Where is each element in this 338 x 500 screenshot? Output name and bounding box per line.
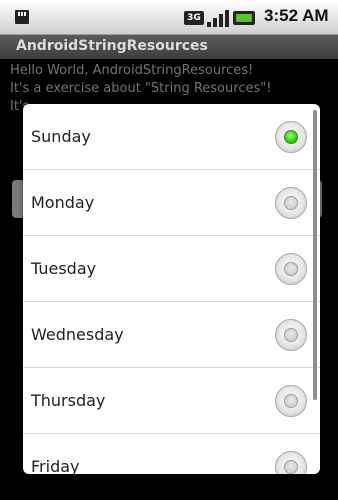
list-item-monday[interactable]: Monday <box>23 170 320 236</box>
clock: 3:52 AM <box>264 6 329 25</box>
dialog-scrollbar[interactable] <box>313 110 317 400</box>
radio-button[interactable] <box>275 253 307 285</box>
item-label: Wednesday <box>31 325 124 344</box>
item-label: Thursday <box>31 391 106 410</box>
app-title-bar: AndroidStringResources <box>0 35 338 59</box>
day-selection-dialog: Sunday Monday Tuesday Wednesday Thursday… <box>23 104 320 474</box>
item-label: Tuesday <box>31 259 97 278</box>
radio-button[interactable] <box>275 451 307 474</box>
radio-button[interactable] <box>275 385 307 417</box>
radio-button[interactable] <box>275 187 307 219</box>
item-label: Sunday <box>31 127 91 146</box>
network-3g-icon: 3G <box>184 11 204 25</box>
app-title: AndroidStringResources <box>16 38 208 54</box>
item-label: Monday <box>31 193 95 212</box>
list-item-friday[interactable]: Friday <box>23 434 320 474</box>
list-item-wednesday[interactable]: Wednesday <box>23 302 320 368</box>
list-item-tuesday[interactable]: Tuesday <box>23 236 320 302</box>
list-item-thursday[interactable]: Thursday <box>23 368 320 434</box>
list-item-sunday[interactable]: Sunday <box>23 104 320 170</box>
signal-strength-icon <box>207 10 229 27</box>
radio-button[interactable] <box>275 319 307 351</box>
item-label: Friday <box>31 457 80 474</box>
radio-button-checked[interactable] <box>275 121 307 153</box>
status-bar: 3G 3:52 AM <box>0 0 338 35</box>
battery-charging-icon <box>233 11 255 25</box>
sd-card-icon <box>15 10 29 24</box>
